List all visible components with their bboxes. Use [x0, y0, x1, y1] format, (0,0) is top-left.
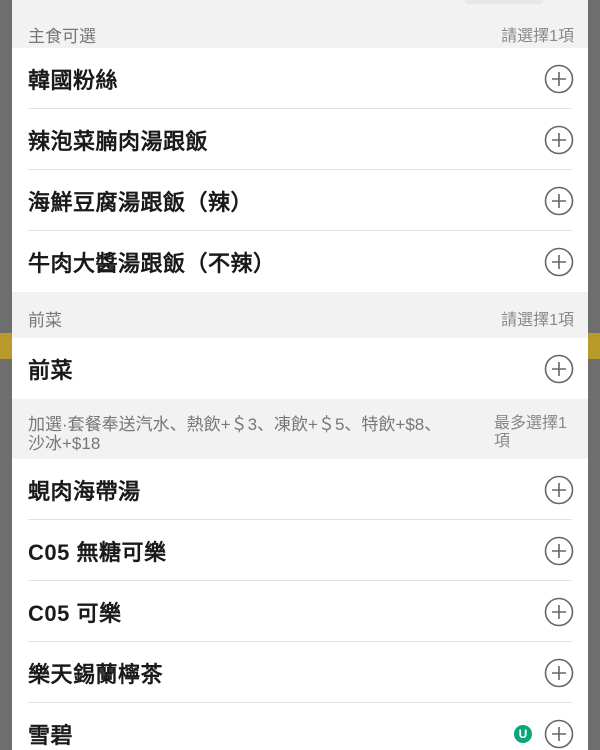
list-item[interactable]: 雪碧 U [12, 703, 588, 750]
plus-circle-icon[interactable] [544, 247, 574, 277]
item-name: 辣泡菜腩肉湯跟飯 [28, 128, 209, 154]
plus-circle-icon[interactable] [544, 536, 574, 566]
plus-circle-icon[interactable] [544, 186, 574, 216]
backdrop-left-edge [0, 0, 12, 750]
section-hint: 最多選擇1項 [494, 415, 567, 450]
backdrop-accent-right [588, 333, 600, 359]
list-item[interactable]: 前菜 [12, 338, 588, 399]
plus-circle-icon[interactable] [544, 475, 574, 505]
plus-circle-icon[interactable] [544, 64, 574, 94]
item-name: 前菜 [28, 357, 74, 383]
item-name: 韓國粉絲 [28, 67, 119, 93]
plus-circle-icon[interactable] [544, 597, 574, 627]
list-item[interactable]: C05 無糖可樂 [12, 520, 588, 581]
section-hint: 請選擇1項 [501, 28, 574, 45]
item-name: 牛肉大醬湯跟飯（不辣） [28, 250, 276, 276]
plus-circle-icon[interactable] [544, 719, 574, 749]
list-item[interactable]: 牛肉大醬湯跟飯（不辣） [12, 231, 588, 292]
backdrop-accent-left [0, 333, 12, 359]
section-title: 主食可選 [28, 27, 96, 46]
section-header-main: 主食可選 請選擇1項 [12, 0, 588, 48]
section-title: 前菜 [28, 311, 62, 330]
plus-circle-icon[interactable] [544, 658, 574, 688]
section-header-addons: 加選·套餐奉送汽水、熱飲+＄3、凍飲+＄5、特飲+$8、沙冰+$18 最多選擇1… [12, 399, 588, 459]
section-hint: 請選擇1項 [501, 312, 574, 329]
section-title: 加選·套餐奉送汽水、熱飲+＄3、凍飲+＄5、特飲+$8、沙冰+$18 [28, 415, 442, 453]
item-name: 雪碧 [28, 722, 74, 748]
option-sheet: 主食可選 請選擇1項 韓國粉絲 辣泡菜腩肉湯跟飯 海鮮豆腐湯跟飯（辣） 牛肉大醬… [12, 0, 588, 750]
list-item[interactable]: 辣泡菜腩肉湯跟飯 [12, 109, 588, 170]
item-name: C05 無糖可樂 [28, 539, 167, 565]
section-header-appetizer: 前菜 請選擇1項 [12, 292, 588, 338]
list-item[interactable]: 蜆肉海帶湯 [12, 459, 588, 520]
list-item[interactable]: C05 可樂 [12, 581, 588, 642]
list-item[interactable]: 樂天錫蘭檸茶 [12, 642, 588, 703]
watermark-logo-icon: U [514, 725, 532, 743]
backdrop-right-edge [588, 0, 600, 750]
item-name: 蜆肉海帶湯 [28, 478, 141, 504]
sheet-handle[interactable] [464, 0, 544, 4]
item-name: 樂天錫蘭檸茶 [28, 661, 164, 687]
plus-circle-icon[interactable] [544, 354, 574, 384]
item-name: C05 可樂 [28, 600, 122, 626]
item-name: 海鮮豆腐湯跟飯（辣） [28, 189, 254, 215]
list-item[interactable]: 海鮮豆腐湯跟飯（辣） [12, 170, 588, 231]
plus-circle-icon[interactable] [544, 125, 574, 155]
list-item[interactable]: 韓國粉絲 [12, 48, 588, 109]
